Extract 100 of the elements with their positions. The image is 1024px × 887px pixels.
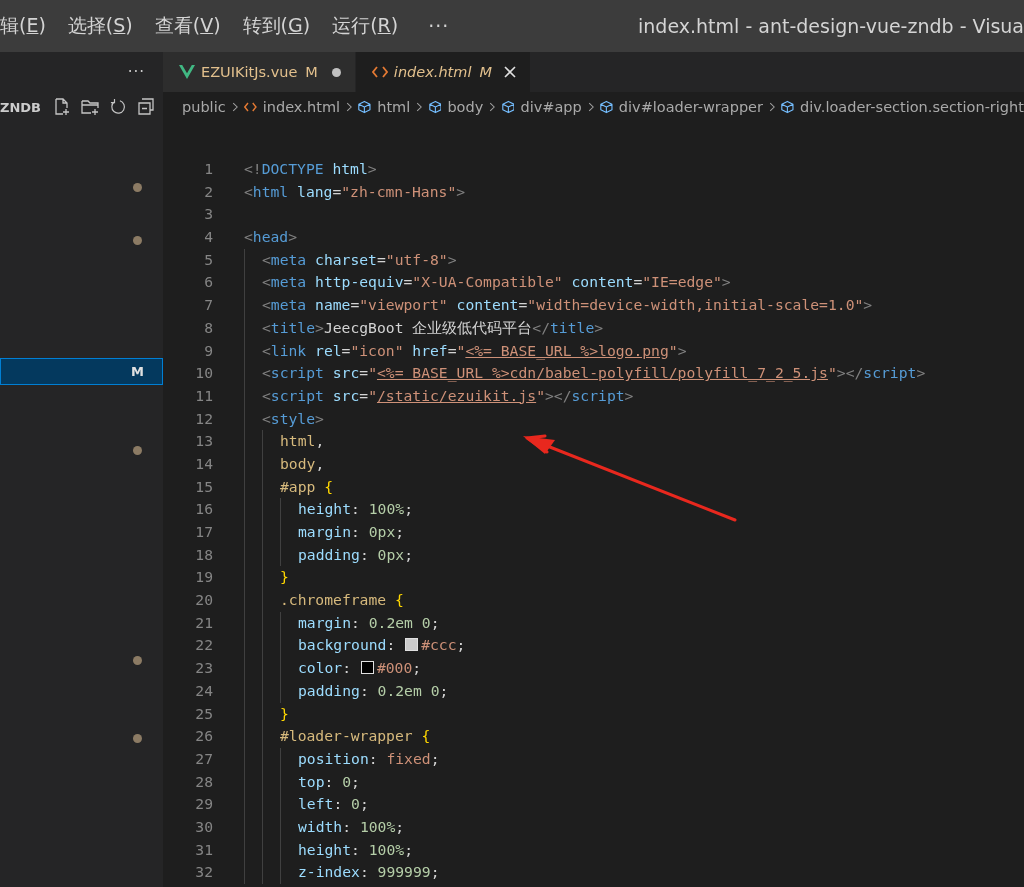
modified-dot-icon (133, 235, 142, 245)
code-line: <script src="<%= BASE_URL %>cdn/babel-polyfill/polyfill_7_2_5.js"></script> (262, 363, 926, 384)
cube-icon (358, 99, 372, 115)
code-line: position: fixed; (298, 748, 440, 769)
menu-item[interactable]: 转到(G) (242, 13, 311, 39)
chevron-icon (489, 101, 496, 113)
close-icon[interactable] (503, 66, 516, 78)
line-number: 11 (194, 385, 213, 406)
code-line: body, (280, 453, 325, 474)
code-line: <meta http-equiv="X-UA-Compatible" content="IE=edge"> (262, 272, 731, 293)
chevron-icon (768, 101, 776, 113)
code-line: color: #000; (298, 658, 422, 679)
line-number: 9 (203, 340, 213, 361)
line-number: 19 (194, 567, 213, 588)
tab-label: EZUIKitJs.vue (201, 64, 298, 80)
code-line: height: 100%; (298, 839, 413, 860)
chevron-icon (346, 101, 353, 113)
line-number: 20 (194, 590, 213, 611)
line-number: 23 (194, 658, 213, 679)
color-swatch-icon[interactable] (360, 661, 374, 675)
code-line: #app { (280, 476, 334, 497)
breadcrumb-item[interactable]: div.loader-section.section-right (800, 99, 1024, 115)
code-line: padding: 0.2em 0; (298, 680, 449, 701)
editor-tab[interactable]: index.html M (355, 52, 531, 92)
line-number: 25 (194, 703, 213, 724)
new-file-icon[interactable] (53, 98, 71, 116)
code-line: #loader-wrapper { (280, 726, 431, 747)
code-line: <!DOCTYPE html> (244, 159, 377, 179)
code-line: height: 100%; (298, 499, 413, 520)
line-number: 31 (194, 839, 213, 860)
new-folder-icon[interactable] (81, 98, 99, 116)
breadcrumb-item[interactable]: body (447, 99, 484, 115)
breadcrumb-item[interactable]: index.html (262, 99, 341, 115)
breadcrumb-item[interactable]: public (182, 99, 226, 115)
line-number: 22 (194, 635, 213, 656)
menu-item[interactable]: 查看(V) (154, 13, 221, 39)
cube-icon (600, 99, 613, 115)
line-number: 12 (194, 408, 213, 429)
chevron-icon (416, 101, 423, 113)
code-line: } (280, 703, 289, 724)
chevron-icon (231, 101, 238, 113)
breadcrumb-item[interactable]: div#loader-wrapper (618, 99, 763, 115)
line-number: 17 (194, 522, 213, 542)
code-line: } (280, 567, 289, 588)
line-number: 6 (203, 272, 213, 293)
refresh-icon[interactable] (109, 98, 127, 116)
line-number: 2 (203, 181, 213, 202)
code-line: <meta charset="utf-8"> (262, 249, 457, 270)
line-number: 15 (194, 476, 213, 497)
cube-icon (501, 99, 515, 115)
line-number: 4 (203, 227, 213, 248)
menu-item[interactable]: 辑(E) (0, 13, 46, 39)
code-line: <meta name="viewport" content="width=device-width,initial-scale=1.0"> (262, 295, 873, 316)
code-line: background: #ccc; (298, 635, 466, 656)
cube-icon (428, 99, 442, 115)
line-number: 8 (203, 317, 213, 338)
more-actions-button[interactable]: ··· (127, 63, 145, 81)
line-number: 13 (194, 431, 213, 452)
code-line: padding: 0px; (298, 544, 413, 565)
breadcrumb-item[interactable]: div#app (520, 99, 582, 115)
code-line: z-index: 999999; (298, 862, 440, 883)
code-line: .chromeframe { (280, 590, 404, 611)
line-number: 10 (194, 363, 213, 384)
menu-item[interactable]: 运行(R) (332, 13, 399, 39)
code-line: margin: 0px; (298, 522, 405, 542)
angle-brackets-icon (244, 101, 257, 113)
line-number: 26 (194, 726, 213, 747)
line-number: 27 (194, 748, 213, 769)
menu-item[interactable]: 选择(S) (67, 13, 133, 39)
window-title: index.html - ant-design-vue-zndb - Visua (638, 15, 1024, 37)
color-swatch-icon[interactable] (405, 638, 419, 652)
line-number: 28 (194, 771, 213, 792)
file-row[interactable]: M (0, 358, 163, 385)
more-menu-button[interactable]: ··· (428, 15, 450, 37)
line-number: 3 (203, 204, 213, 225)
line-number: 24 (194, 680, 213, 701)
line-number: 29 (194, 794, 213, 815)
git-status-label: M (131, 363, 144, 379)
collapse-all-icon[interactable] (137, 98, 155, 116)
modified-dot-icon (133, 183, 142, 193)
code-line: <script src="/static/ezuikit.js"></script> (262, 385, 634, 406)
chevron-icon (587, 101, 595, 113)
explorer-section-title[interactable]: ZNDB (0, 99, 41, 115)
breadcrumb-item[interactable]: html (377, 99, 411, 115)
code-line: <style> (262, 408, 324, 429)
line-number: 18 (194, 544, 213, 565)
editor-tab[interactable]: EZUIKitJs.vue M (163, 52, 356, 92)
code-line: <head> (244, 227, 298, 248)
tab-label: index.html (393, 64, 472, 80)
line-number: 16 (194, 499, 213, 520)
v-logo-icon (179, 65, 195, 79)
code-line: width: 100%; (298, 816, 405, 837)
cube-icon (781, 99, 795, 115)
modified-dot-icon (133, 445, 142, 455)
line-number: 21 (194, 612, 213, 633)
git-status-label: M (305, 64, 318, 80)
modified-dot-icon (133, 734, 142, 744)
line-number: 14 (194, 453, 213, 474)
code-line: <link rel="icon" href="<%= BASE_URL %>logo.png"> (262, 340, 687, 362)
angle-brackets-icon (371, 66, 388, 78)
